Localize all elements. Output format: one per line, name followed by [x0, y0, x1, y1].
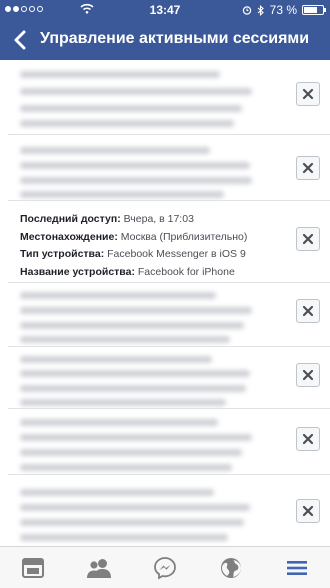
- bluetooth-icon: [257, 4, 264, 16]
- battery-icon: [302, 5, 326, 15]
- menu-icon: [287, 561, 307, 575]
- session-row-current: Последний доступ: Вчера, в 17:03 Местона…: [8, 200, 330, 283]
- close-icon: [302, 505, 314, 517]
- location-value: Москва (Приблизительно): [120, 230, 248, 243]
- close-icon: [302, 233, 314, 245]
- remove-session-button[interactable]: [296, 156, 320, 180]
- session-row: [8, 282, 330, 347]
- remove-session-button[interactable]: [296, 499, 320, 523]
- close-icon: [302, 369, 314, 381]
- tab-messenger[interactable]: [152, 555, 178, 581]
- session-row: [8, 474, 330, 546]
- location-label: Местонахождение:: [20, 230, 118, 243]
- alarm-icon: [242, 6, 251, 15]
- tab-news-feed[interactable]: [20, 555, 46, 581]
- tab-menu[interactable]: [284, 555, 310, 581]
- messenger-icon: [154, 557, 176, 580]
- session-row: [8, 346, 330, 409]
- device-name-value: Facebook for iPhone: [137, 265, 235, 278]
- friends-icon: [87, 559, 111, 578]
- status-bar: 13:47 73 %: [0, 0, 330, 20]
- close-icon: [302, 305, 314, 317]
- close-icon: [302, 433, 314, 445]
- session-row: [8, 134, 330, 201]
- navigation-bar: Управление активными сессиями: [0, 20, 330, 60]
- remove-session-button[interactable]: [296, 82, 320, 106]
- remove-session-button[interactable]: [296, 427, 320, 451]
- tab-globe[interactable]: [218, 555, 244, 581]
- device-type-label: Тип устройства:: [20, 248, 105, 260]
- sessions-list: Последний доступ: Вчера, в 17:03 Местона…: [0, 60, 330, 546]
- battery-percent: 73 %: [269, 3, 297, 17]
- last-access-value: Вчера, в 17:03: [123, 213, 194, 225]
- tab-bar: [0, 546, 330, 588]
- news-feed-icon: [22, 558, 44, 578]
- close-icon: [302, 162, 314, 174]
- close-icon: [302, 88, 314, 100]
- page-title: Управление активными сессиями: [40, 30, 310, 47]
- remove-session-button[interactable]: [296, 363, 320, 387]
- globe-icon: [221, 558, 241, 578]
- remove-session-button[interactable]: [296, 227, 320, 251]
- session-row: [8, 408, 330, 475]
- back-button[interactable]: [10, 28, 32, 52]
- device-name-label: Название устройства:: [20, 265, 135, 278]
- last-access-label: Последний доступ:: [20, 213, 121, 225]
- remove-session-button[interactable]: [296, 299, 320, 323]
- tab-friends[interactable]: [86, 555, 112, 581]
- device-type-value: Facebook Messenger в iOS 9: [107, 248, 246, 260]
- session-row: [8, 60, 330, 134]
